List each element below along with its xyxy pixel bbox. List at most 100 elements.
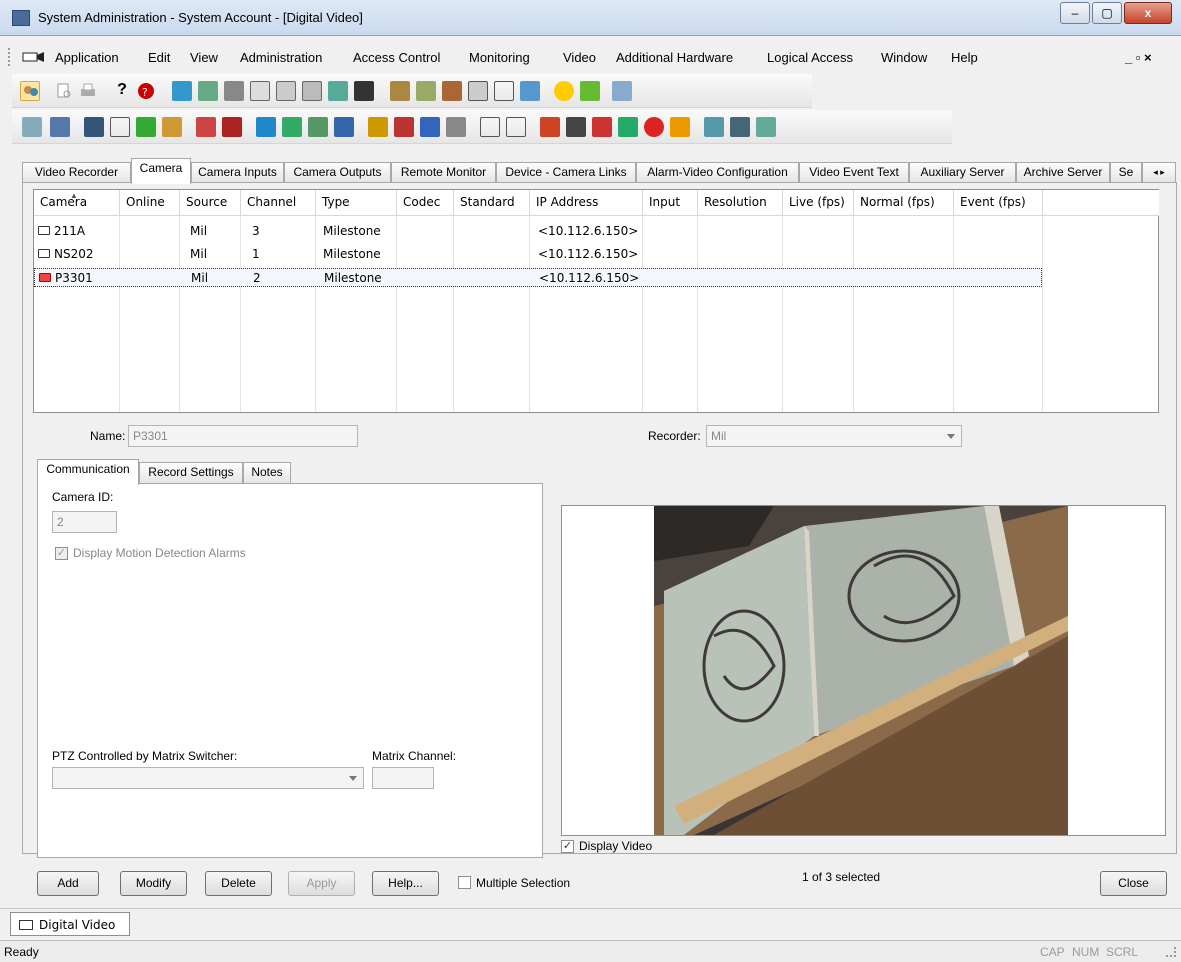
cardholders-icon[interactable] — [172, 81, 192, 101]
reports-icon[interactable] — [250, 81, 270, 101]
menu-window[interactable]: Window — [881, 50, 927, 65]
column-header-channel[interactable]: Channel — [241, 190, 316, 216]
personal-safety-icon[interactable] — [196, 117, 216, 137]
tab-camera-outputs[interactable]: Camera Outputs — [284, 162, 391, 182]
guard-icon[interactable] — [420, 117, 440, 137]
column-header-type[interactable]: Type — [316, 190, 397, 216]
alarm-video-icon[interactable] — [540, 117, 560, 137]
table-row[interactable]: 211A Mil 3 Milestone <10.112.6.150> — [34, 222, 1042, 241]
display-video-checkbox[interactable]: ✓ — [561, 840, 574, 853]
topology-icon[interactable] — [756, 117, 776, 137]
record-icon[interactable] — [644, 117, 664, 137]
tab-camera-inputs[interactable]: Camera Inputs — [191, 162, 284, 182]
menu-monitoring[interactable]: Monitoring — [469, 50, 530, 65]
modify-button[interactable]: Modify — [120, 871, 187, 896]
alarm-panel-icon[interactable] — [136, 117, 156, 137]
visitors-icon[interactable] — [328, 81, 348, 101]
gates-icon[interactable] — [256, 117, 276, 137]
column-header-resolution[interactable]: Resolution — [698, 190, 783, 216]
column-header-normal-fps[interactable]: Normal (fps) — [854, 190, 954, 216]
grid-icon[interactable] — [276, 81, 296, 101]
window-icon[interactable] — [494, 81, 514, 101]
tab-camera[interactable]: Camera — [131, 158, 191, 184]
multiple-selection-checkbox[interactable] — [458, 876, 471, 889]
bug-icon[interactable] — [580, 81, 600, 101]
maximize-button[interactable]: ▢ — [1092, 2, 1122, 24]
mdi-window-controls[interactable]: _ ▫ × — [1125, 50, 1152, 65]
tab-video-event-text[interactable]: Video Event Text — [799, 162, 909, 182]
tab-archive-server[interactable]: Archive Server — [1016, 162, 1110, 182]
forms-icon[interactable] — [302, 81, 322, 101]
access-levels-icon[interactable] — [224, 81, 244, 101]
menu-application[interactable]: Application — [55, 50, 119, 65]
minimize-button[interactable]: – — [1060, 2, 1090, 24]
modems-icon[interactable] — [334, 117, 354, 137]
table-row[interactable]: NS202 Mil 1 Milestone <10.112.6.150> — [34, 245, 1042, 264]
column-header-source[interactable]: Source — [180, 190, 241, 216]
column-header-input[interactable]: Input — [643, 190, 698, 216]
resize-grip-icon[interactable] — [1166, 947, 1176, 957]
menu-help[interactable]: Help — [951, 50, 978, 65]
apply-button[interactable]: Apply — [288, 871, 355, 896]
readers-icon[interactable] — [442, 81, 462, 101]
system-icon[interactable] — [354, 81, 374, 101]
document-tab-digital-video[interactable]: Digital Video — [10, 912, 130, 936]
table-row-selected[interactable]: P3301 Mil 2 Milestone <10.112.6.150> — [34, 268, 1042, 287]
help-button[interactable]: Help... — [372, 871, 439, 896]
users-icon[interactable] — [20, 81, 40, 101]
multi-users-icon[interactable] — [446, 117, 466, 137]
group-icon[interactable] — [394, 117, 414, 137]
tab-auxiliary-server[interactable]: Auxiliary Server — [909, 162, 1016, 182]
warning-icon[interactable] — [368, 117, 388, 137]
add-user-icon[interactable] — [592, 117, 612, 137]
device-icon[interactable] — [84, 117, 104, 137]
hardware-icon[interactable] — [390, 81, 410, 101]
tab-video-recorder[interactable]: Video Recorder — [22, 162, 131, 182]
menu-video[interactable]: Video — [563, 50, 596, 65]
panels-icon[interactable] — [416, 81, 436, 101]
elevator-icon[interactable] — [222, 117, 242, 137]
delete-button[interactable]: Delete — [205, 871, 272, 896]
network-icon[interactable] — [520, 81, 540, 101]
notepad-icon[interactable] — [670, 117, 690, 137]
display-icon[interactable] — [566, 117, 586, 137]
menu-additional-hardware[interactable]: Additional Hardware — [616, 50, 733, 65]
context-help-icon[interactable]: ? — [136, 81, 156, 101]
motion-alarms-checkbox[interactable]: ✓ — [55, 547, 68, 560]
share-icon[interactable] — [612, 81, 632, 101]
camera-id-field[interactable]: 2 — [52, 511, 117, 533]
close-window-button[interactable]: x — [1124, 2, 1172, 24]
add-button[interactable]: Add — [37, 871, 99, 896]
clock-icon[interactable] — [554, 81, 574, 101]
workstation-icon[interactable] — [618, 117, 638, 137]
menu-access-control[interactable]: Access Control — [353, 50, 440, 65]
name-field[interactable]: P3301 — [128, 425, 358, 447]
matrix-channel-field[interactable] — [372, 767, 434, 789]
column-header-ip-address[interactable]: IP Address — [530, 190, 643, 216]
column-header-live-fps[interactable]: Live (fps) — [783, 190, 854, 216]
column-header-standard[interactable]: Standard — [454, 190, 530, 216]
column-header-codec[interactable]: Codec — [397, 190, 454, 216]
monitor-icon[interactable] — [468, 81, 488, 101]
tab-remote-monitor[interactable]: Remote Monitor — [391, 162, 496, 182]
menu-logical-access[interactable]: Logical Access — [767, 50, 853, 65]
column-header-online[interactable]: Online — [120, 190, 180, 216]
digital-video-icon[interactable] — [480, 117, 500, 137]
ptz-select[interactable] — [52, 767, 364, 789]
tab-device-camera-links[interactable]: Device - Camera Links — [496, 162, 636, 182]
recorder-select[interactable]: Mil — [706, 425, 962, 447]
tab-alarm-video-configuration[interactable]: Alarm-Video Configuration — [636, 162, 799, 182]
segments-icon[interactable] — [50, 117, 70, 137]
tree-icon[interactable] — [22, 117, 42, 137]
tab-scroll-arrows[interactable]: ◂ ▸ — [1142, 162, 1176, 182]
list-icon[interactable] — [308, 117, 328, 137]
export-icon[interactable] — [730, 117, 750, 137]
column-header-event-fps[interactable]: Event (fps) — [954, 190, 1043, 216]
print-preview-icon[interactable] — [54, 81, 74, 101]
intercom-icon[interactable] — [110, 117, 130, 137]
tab-se-truncated[interactable]: Se — [1110, 162, 1142, 182]
menu-view[interactable]: View — [190, 50, 218, 65]
tab-communication[interactable]: Communication — [37, 459, 139, 485]
print-icon[interactable] — [78, 81, 98, 101]
menu-administration[interactable]: Administration — [240, 50, 322, 65]
